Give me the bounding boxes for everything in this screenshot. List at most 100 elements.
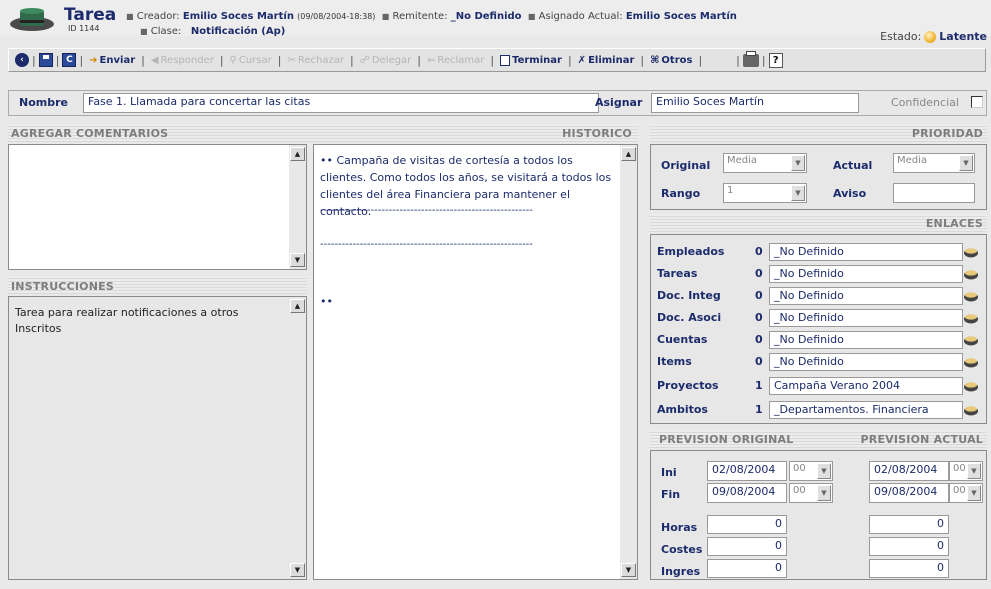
eye-icon[interactable] bbox=[963, 290, 979, 304]
link-row: Doc. Asoci 0 _No Definido bbox=[651, 307, 981, 329]
eye-icon[interactable] bbox=[963, 404, 979, 418]
reject-icon: ✂ bbox=[287, 54, 296, 66]
eye-icon[interactable] bbox=[963, 268, 979, 282]
bullet-icon: ■ bbox=[126, 12, 134, 21]
actual-label: Actual bbox=[833, 159, 873, 172]
eye-icon[interactable] bbox=[963, 312, 979, 326]
scroll-up-icon[interactable]: ▲ bbox=[290, 147, 305, 161]
forecast-panel: Ini Fin 02/08/2004 00 ▼ 09/08/2004 00 ▼ … bbox=[650, 450, 987, 580]
assigned-value: Emilio Soces Martín bbox=[625, 11, 737, 22]
chevron-down-icon[interactable]: ▼ bbox=[817, 485, 831, 501]
rechazar-label: Rechazar bbox=[297, 54, 344, 66]
creator-date: (09/08/2004-18:38) bbox=[297, 12, 376, 21]
aviso-input[interactable] bbox=[893, 183, 975, 203]
ini-actual-hour[interactable]: 00 ▼ bbox=[949, 461, 983, 481]
horas-original-input[interactable]: 0 bbox=[707, 515, 787, 534]
otros-button[interactable]: ⌘ Otros bbox=[647, 50, 695, 70]
chevron-down-icon[interactable]: ▼ bbox=[817, 463, 831, 479]
link-value[interactable]: _No Definido bbox=[769, 243, 963, 261]
responder-label: Responder bbox=[160, 54, 214, 66]
link-value[interactable]: Campaña Verano 2004 bbox=[769, 377, 963, 395]
asignar-input[interactable]: Emilio Soces Martín bbox=[651, 93, 859, 113]
class-label: Clase: bbox=[150, 26, 182, 37]
rango-select[interactable]: 1 ▼ bbox=[723, 183, 807, 203]
terminar-button[interactable]: Terminar bbox=[497, 50, 565, 70]
instructions-panel[interactable]: Tarea para realizar notificaciones a otr… bbox=[8, 296, 307, 580]
fin-actual-hour[interactable]: 00 ▼ bbox=[949, 483, 983, 503]
enviar-button[interactable]: ➜ Enviar bbox=[86, 50, 138, 70]
link-value[interactable]: _No Definido bbox=[769, 265, 963, 283]
forecast-original-header: PREVISION ORIGINAL bbox=[659, 433, 794, 446]
eye-icon[interactable] bbox=[963, 246, 979, 260]
fin-original-date[interactable]: 09/08/2004 bbox=[707, 483, 787, 503]
comments-textarea[interactable]: ▲ ▼ bbox=[8, 144, 307, 270]
fin-original-hour[interactable]: 00 ▼ bbox=[789, 483, 833, 503]
link-count: 1 bbox=[755, 403, 763, 416]
history-panel[interactable]: •• Campaña de visitas de cortesía a todo… bbox=[313, 144, 638, 580]
link-value[interactable]: _Departamentos. Financiera bbox=[769, 401, 963, 419]
actual-select[interactable]: Media ▼ bbox=[893, 153, 975, 173]
ingres-actual-input[interactable]: 0 bbox=[869, 559, 949, 578]
scroll-up-icon[interactable]: ▲ bbox=[621, 147, 636, 161]
link-value[interactable]: _No Definido bbox=[769, 287, 963, 305]
chevron-down-icon[interactable]: ▼ bbox=[959, 155, 973, 171]
responder-button[interactable]: ◀ Responder bbox=[148, 50, 217, 70]
link-value[interactable]: _No Definido bbox=[769, 331, 963, 349]
ini-original-hour[interactable]: 00 ▼ bbox=[789, 461, 833, 481]
instructions-scrollbar[interactable]: ▲ ▼ bbox=[289, 297, 306, 579]
nombre-input[interactable]: Fase 1. Llamada para concertar las citas bbox=[83, 93, 599, 113]
back-icon[interactable]: ‹ bbox=[15, 53, 29, 67]
costes-original-input[interactable]: 0 bbox=[707, 537, 787, 556]
comments-scrollbar[interactable]: ▲ ▼ bbox=[289, 145, 306, 269]
chevron-down-icon[interactable]: ▼ bbox=[967, 463, 981, 479]
scroll-down-icon[interactable]: ▼ bbox=[290, 563, 305, 577]
link-value[interactable]: _No Definido bbox=[769, 309, 963, 327]
fin-label: Fin bbox=[661, 488, 681, 501]
confidencial-checkbox[interactable] bbox=[971, 96, 983, 108]
toolbar: ‹ | | C | ➜ Enviar | ◀ Responder | ⚲ Cursar… bbox=[8, 48, 986, 72]
chevron-down-icon[interactable]: ▼ bbox=[967, 485, 981, 501]
delete-icon: ✗ bbox=[577, 54, 587, 66]
header-bar: Tarea ID 1144 ■ Creador: Emilio Soces Ma… bbox=[0, 0, 991, 43]
fin-actual-date[interactable]: 09/08/2004 bbox=[869, 483, 949, 503]
help-icon[interactable]: ? bbox=[768, 52, 783, 68]
ingres-original-input[interactable]: 0 bbox=[707, 559, 787, 578]
costes-label: Costes bbox=[661, 543, 703, 556]
link-label: Proyectos bbox=[657, 379, 719, 392]
eliminar-button[interactable]: ✗ Eliminar bbox=[575, 50, 638, 70]
cursar-button[interactable]: ⚲ Cursar bbox=[227, 50, 275, 70]
scroll-up-icon[interactable]: ▲ bbox=[290, 299, 305, 313]
calendar-icon[interactable]: C bbox=[62, 53, 77, 67]
eye-icon[interactable] bbox=[963, 380, 979, 394]
eye-icon[interactable] bbox=[963, 334, 979, 348]
link-count: 0 bbox=[755, 267, 763, 280]
horas-actual-input[interactable]: 0 bbox=[869, 515, 949, 534]
state-dot-icon bbox=[924, 30, 937, 43]
ini-original-date[interactable]: 02/08/2004 bbox=[707, 461, 787, 481]
link-label: Empleados bbox=[657, 245, 725, 258]
link-count: 1 bbox=[755, 379, 763, 392]
asignar-label: Asignar bbox=[595, 96, 643, 109]
delegar-button[interactable]: ☍ Delegar bbox=[357, 50, 415, 70]
priority-header-band: PRIORIDAD bbox=[650, 124, 987, 142]
costes-actual-input[interactable]: 0 bbox=[869, 537, 949, 556]
save-icon[interactable] bbox=[38, 53, 53, 67]
link-row: Cuentas 0 _No Definido bbox=[651, 329, 981, 351]
print-icon[interactable] bbox=[742, 50, 759, 67]
chevron-down-icon[interactable]: ▼ bbox=[791, 155, 805, 171]
original-select[interactable]: Media ▼ bbox=[723, 153, 807, 173]
delegar-label: Delegar bbox=[371, 54, 412, 66]
scroll-down-icon[interactable]: ▼ bbox=[290, 253, 305, 267]
chevron-down-icon[interactable]: ▼ bbox=[791, 185, 805, 201]
task-id: ID 1144 bbox=[68, 24, 100, 33]
route-icon: ⚲ bbox=[229, 54, 237, 66]
history-scrollbar[interactable]: ▲ ▼ bbox=[620, 145, 637, 579]
sender-label: Remitente: bbox=[392, 11, 448, 22]
ini-actual-date[interactable]: 02/08/2004 bbox=[869, 461, 949, 481]
link-count: 0 bbox=[755, 333, 763, 346]
eye-icon[interactable] bbox=[963, 356, 979, 370]
link-value[interactable]: _No Definido bbox=[769, 353, 963, 371]
rechazar-button[interactable]: ✂ Rechazar bbox=[284, 50, 347, 70]
reclamar-button[interactable]: ⇐ Reclamar bbox=[424, 50, 487, 70]
scroll-down-icon[interactable]: ▼ bbox=[621, 563, 636, 577]
